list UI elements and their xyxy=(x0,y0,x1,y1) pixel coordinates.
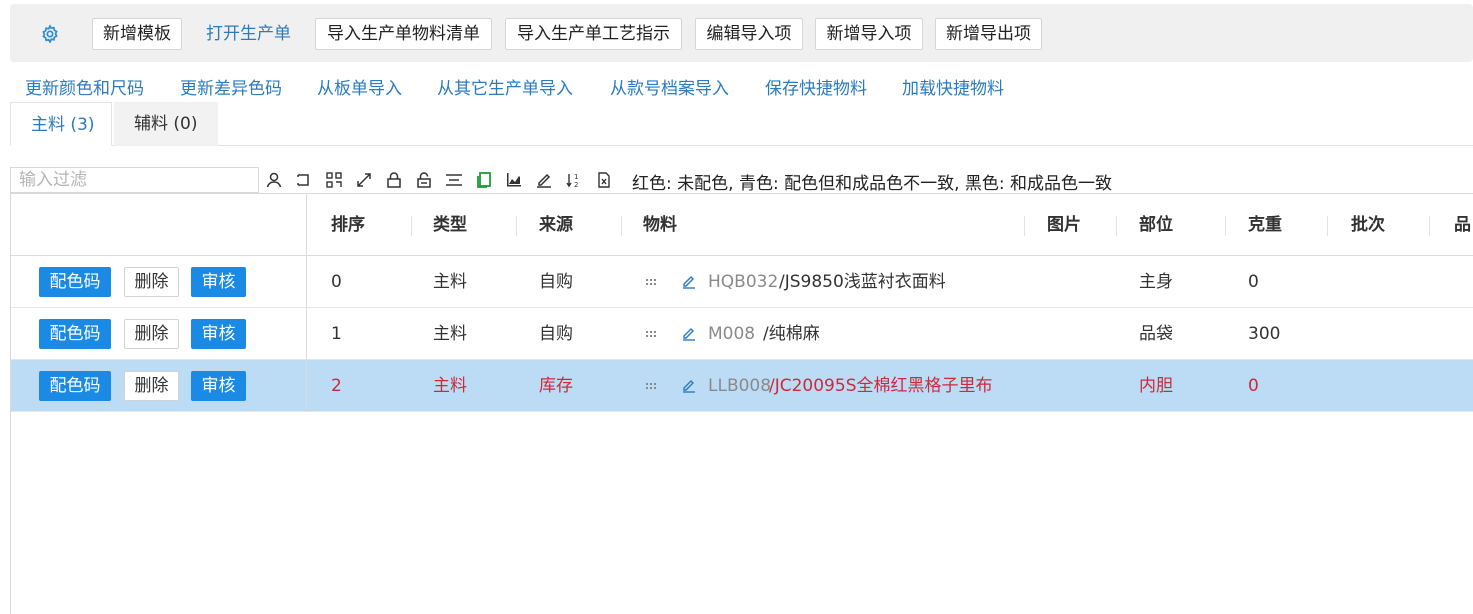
drag-handle-icon[interactable] xyxy=(645,327,659,341)
col-batch[interactable]: 批次 xyxy=(1351,194,1385,256)
open-production-order-link[interactable]: 打开生产单 xyxy=(206,18,291,50)
columns-icon[interactable] xyxy=(445,171,463,189)
material-tabs: 主料 (3) 辅料 (0) xyxy=(10,102,1473,146)
table-row[interactable]: 配色码 删除 审核 0 主料 自购 HQB032 /JS9850浅蓝衬衣面料 主… xyxy=(11,256,1473,308)
col-source[interactable]: 来源 xyxy=(539,194,573,256)
grid-icon[interactable] xyxy=(325,171,343,189)
match-color-button[interactable]: 配色码 xyxy=(39,267,111,297)
new-template-button[interactable]: 新增模板 xyxy=(92,18,182,50)
approve-button[interactable]: 审核 xyxy=(191,319,246,349)
edit-pencil-icon[interactable] xyxy=(681,325,697,341)
cell-material-code: HQB032 xyxy=(708,272,779,292)
col-image[interactable]: 图片 xyxy=(1047,194,1081,256)
table-row[interactable]: 配色码 删除 审核 1 主料 自购 M008 /纯棉麻 品袋 300 xyxy=(11,308,1473,360)
cell-type: 主料 xyxy=(433,272,467,292)
load-quick-material-link[interactable]: 加载快捷物料 xyxy=(902,74,1004,99)
col-product[interactable]: 品 xyxy=(1454,194,1473,256)
cell-source: 自购 xyxy=(539,272,573,292)
cell-part: 主身 xyxy=(1139,272,1173,292)
cell-part: 内胆 xyxy=(1139,376,1173,396)
match-color-button[interactable]: 配色码 xyxy=(39,371,111,401)
cell-material-code: M008 xyxy=(708,324,756,344)
cell-material-name: /JS9850浅蓝衬衣面料 xyxy=(779,272,946,292)
match-color-button[interactable]: 配色码 xyxy=(39,319,111,349)
unlock-icon[interactable] xyxy=(415,171,433,189)
cell-weight: 0 xyxy=(1248,376,1259,396)
drag-handle-icon[interactable] xyxy=(645,275,659,289)
import-bom-button[interactable]: 导入生产单物料清单 xyxy=(315,18,492,50)
col-weight[interactable]: 克重 xyxy=(1248,194,1282,256)
save-quick-material-link[interactable]: 保存快捷物料 xyxy=(765,74,867,99)
edit-import-button[interactable]: 编辑导入项 xyxy=(695,18,803,50)
main-toolbar: 新增模板 打开生产单 导入生产单物料清单 导入生产单工艺指示 编辑导入项 新增导… xyxy=(10,4,1473,62)
edit-pencil-icon[interactable] xyxy=(681,273,697,289)
update-color-size-link[interactable]: 更新颜色和尺码 xyxy=(25,74,144,99)
chart-icon[interactable] xyxy=(505,171,523,189)
col-order[interactable]: 排序 xyxy=(331,194,365,256)
col-type[interactable]: 类型 xyxy=(433,194,467,256)
cell-weight: 300 xyxy=(1248,324,1281,344)
row-actions: 配色码 删除 审核 xyxy=(11,256,307,308)
excel-icon[interactable] xyxy=(595,171,613,189)
update-diff-color-link[interactable]: 更新差异色码 xyxy=(180,74,282,99)
cell-type: 主料 xyxy=(433,324,467,344)
cell-order: 0 xyxy=(331,272,342,292)
filter-input[interactable] xyxy=(10,167,259,193)
edit-icon[interactable] xyxy=(535,171,553,189)
import-process-button[interactable]: 导入生产单工艺指示 xyxy=(505,18,682,50)
approve-button[interactable]: 审核 xyxy=(191,267,246,297)
col-part[interactable]: 部位 xyxy=(1139,194,1173,256)
cell-source: 自购 xyxy=(539,324,573,344)
cell-material-name: /纯棉麻 xyxy=(763,324,820,344)
cell-part: 品袋 xyxy=(1139,324,1173,344)
cell-order: 2 xyxy=(331,376,342,396)
import-from-sample-link[interactable]: 从板单导入 xyxy=(317,74,402,99)
svg-text:1: 1 xyxy=(574,173,578,181)
edit-pencil-icon[interactable] xyxy=(681,377,697,393)
user-icon[interactable] xyxy=(265,171,283,189)
import-from-style-link[interactable]: 从款号档案导入 xyxy=(610,74,729,99)
header-action-cell xyxy=(11,194,307,256)
cell-order: 1 xyxy=(331,324,342,344)
copy-icon[interactable] xyxy=(475,171,493,189)
cell-type: 主料 xyxy=(433,376,467,396)
delete-button[interactable]: 删除 xyxy=(124,267,179,297)
add-import-button[interactable]: 新增导入项 xyxy=(815,18,923,50)
gear-icon[interactable] xyxy=(40,24,60,44)
table-row-selected[interactable]: 配色码 删除 审核 2 主料 库存 LLB008 /JC20095S全棉红黑格子… xyxy=(11,360,1473,412)
expand-icon[interactable] xyxy=(355,171,373,189)
action-links: 更新颜色和尺码 更新差异色码 从板单导入 从其它生产单导入 从款号档案导入 保存… xyxy=(0,70,1473,100)
row-actions: 配色码 删除 审核 xyxy=(11,308,307,360)
drag-handle-icon[interactable] xyxy=(645,379,659,393)
table-header: 排序 类型 来源 物料 图片 部位 克重 批次 品 xyxy=(11,194,1473,256)
color-legend: 红色: 未配色, 青色: 配色但和成品色不一致, 黑色: 和成品色一致 xyxy=(632,174,1113,194)
cell-source: 库存 xyxy=(539,376,573,396)
delete-button[interactable]: 删除 xyxy=(124,371,179,401)
col-material[interactable]: 物料 xyxy=(643,194,677,256)
return-icon[interactable] xyxy=(295,171,313,189)
cell-material-name: /JC20095S全棉红黑格子里布 xyxy=(769,376,993,396)
lock-icon[interactable] xyxy=(385,171,403,189)
add-export-button[interactable]: 新增导出项 xyxy=(935,18,1042,50)
tab-aux-material[interactable]: 辅料 (0) xyxy=(114,102,218,146)
tab-main-material[interactable]: 主料 (3) xyxy=(10,102,112,146)
cell-weight: 0 xyxy=(1248,272,1259,292)
svg-text:2: 2 xyxy=(574,181,578,189)
cell-material-code: LLB008 xyxy=(708,376,772,396)
sort-icon[interactable]: 12 xyxy=(565,171,583,189)
delete-button[interactable]: 删除 xyxy=(124,319,179,349)
import-from-other-order-link[interactable]: 从其它生产单导入 xyxy=(437,74,573,99)
material-table: 排序 类型 来源 物料 图片 部位 克重 批次 品 配色码 删除 审核 0 主料… xyxy=(10,193,1473,614)
approve-button[interactable]: 审核 xyxy=(191,371,246,401)
row-actions: 配色码 删除 审核 xyxy=(11,360,307,412)
